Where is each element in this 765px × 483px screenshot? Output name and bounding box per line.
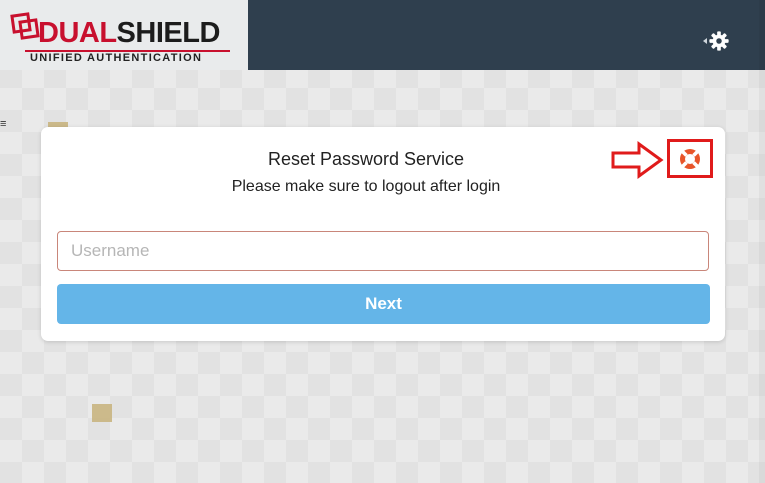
username-input[interactable]: [57, 231, 709, 271]
reset-password-card: Reset Password Service Please make sure …: [41, 127, 725, 341]
left-edge-mark: ≡: [0, 118, 7, 130]
brand-logo: DUALSHIELD UNIFIED AUTHENTICATION: [0, 0, 248, 70]
window-right-edge: [759, 0, 765, 483]
card-title: Reset Password Service: [267, 149, 465, 169]
brand-name-part1: DUAL: [38, 17, 117, 49]
top-navigation-bar: DUALSHIELD UNIFIED AUTHENTICATION: [0, 0, 765, 70]
annotation-arrow-icon: [611, 141, 664, 179]
settings-button[interactable]: [704, 28, 734, 54]
brand-name-part2: SHIELD: [116, 17, 221, 49]
lifebuoy-icon[interactable]: [677, 146, 703, 172]
help-button-highlight[interactable]: [667, 139, 713, 178]
gear-icon: [709, 31, 729, 51]
background-tile: [92, 404, 112, 422]
brand-tagline: UNIFIED AUTHENTICATION: [30, 52, 203, 64]
brand-wordmark: DUALSHIELD: [38, 17, 220, 49]
card-subtitle: Please make sure to logout after login: [231, 178, 501, 195]
next-button[interactable]: Next: [57, 284, 710, 324]
